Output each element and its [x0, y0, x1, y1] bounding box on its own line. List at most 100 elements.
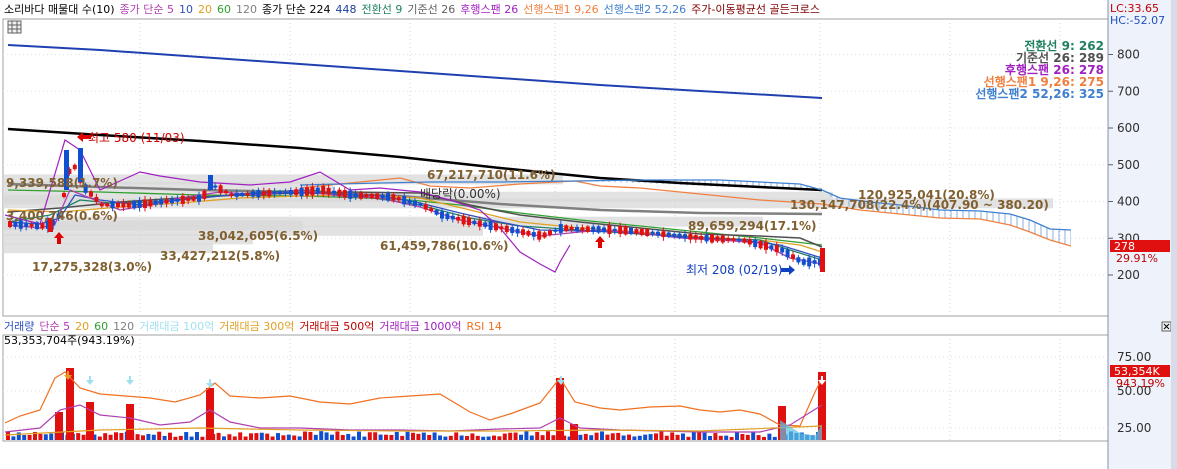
volume-legend-item-5[interactable]: 거래대금 100억 — [139, 320, 214, 333]
candle-body — [353, 192, 358, 198]
candle-body — [461, 215, 466, 225]
volume-bar — [146, 433, 151, 440]
candle-body — [256, 190, 261, 198]
candle-body — [726, 237, 731, 241]
volume-bar — [16, 432, 21, 440]
candle-body — [121, 202, 126, 208]
volume-legend-item-3[interactable]: 60 — [94, 320, 108, 333]
candle-body — [105, 203, 110, 207]
candle-body — [94, 196, 99, 202]
volume-legend-item-8[interactable]: 거래대금 1000억 — [379, 320, 461, 333]
window-scroll-handle[interactable] — [1171, 0, 1177, 469]
volume-bar — [648, 434, 653, 440]
volume-bar — [535, 431, 540, 440]
candle-body — [683, 234, 687, 239]
volume-bar — [38, 433, 43, 440]
candle-body — [774, 245, 779, 253]
profile-label: 89,659,294(17.1%) — [688, 219, 817, 233]
volume-legend-item-2[interactable]: 20 — [75, 320, 89, 333]
volume-bar — [681, 433, 685, 440]
legend-item-9[interactable]: 기준선 26 — [407, 3, 455, 16]
grid-toggle-icon[interactable] — [7, 20, 22, 34]
candle-body — [715, 236, 720, 242]
volume-bar — [416, 433, 421, 440]
close-pane-icon[interactable] — [1161, 321, 1172, 332]
volume-legend-item-1[interactable]: 단순 5 — [39, 320, 70, 333]
candle-body — [737, 238, 741, 241]
legend-item-13[interactable]: 주가-이동평균선 골든크로스 — [691, 3, 820, 16]
volume-bar — [735, 432, 739, 440]
candle-body — [780, 247, 785, 253]
volume-bar — [108, 434, 113, 440]
volume-bar — [702, 432, 707, 440]
legend-item-7[interactable]: 448 — [336, 3, 357, 16]
candle-body — [450, 215, 455, 220]
volume-legend-item-9[interactable]: RSI 14 — [467, 320, 502, 333]
candle-body — [634, 229, 639, 234]
candle-body — [305, 187, 309, 196]
volume-bar — [686, 436, 691, 440]
candle-body — [186, 197, 191, 201]
volume-bar — [232, 436, 237, 440]
volume-bar — [751, 432, 756, 440]
candle-body — [591, 226, 596, 232]
candle-body — [677, 233, 682, 238]
volume-legend-item-7[interactable]: 거래대금 500억 — [299, 320, 374, 333]
legend-item-12[interactable]: 선행스팬2 52,26 — [604, 3, 686, 16]
volume-bar — [427, 434, 432, 440]
candle-body — [472, 220, 477, 225]
candle-body — [116, 202, 120, 208]
candle-body — [791, 254, 795, 259]
candle-body — [251, 191, 255, 197]
candle-body — [483, 222, 488, 227]
candle-body — [769, 245, 774, 250]
candle-body — [386, 193, 390, 201]
volume-bar — [81, 434, 86, 440]
candle-body — [477, 220, 482, 227]
volume-bar — [767, 433, 772, 440]
candle-body — [645, 229, 650, 236]
volume-legend-item-0[interactable]: 거래량 — [4, 320, 34, 333]
candle-body — [580, 227, 585, 231]
volume-bar — [173, 436, 178, 440]
volume-bar — [589, 435, 594, 440]
legend-item-8[interactable]: 전환선 9 — [362, 3, 403, 16]
price-chart-canvas[interactable]: 9,339,588(1.7%) 3,400,746(0.6%) 67,217,710… — [0, 0, 1177, 469]
volume-bar — [346, 433, 351, 440]
candle-body-major — [208, 175, 213, 190]
legend-item-2[interactable]: 10 — [179, 3, 193, 16]
legend-item-3[interactable]: 20 — [198, 3, 212, 16]
candle-body — [553, 229, 558, 232]
candle-body — [407, 200, 412, 204]
volume-legend-item-6[interactable]: 거래대금 300억 — [219, 320, 294, 333]
volume-bar — [470, 433, 475, 440]
candle-body — [261, 191, 266, 196]
candle-body — [180, 195, 185, 204]
legend-item-6[interactable]: 종가 단순 224 — [262, 3, 330, 16]
candle-body — [515, 228, 520, 234]
candle-body — [342, 190, 347, 198]
volume-legend-item-4[interactable]: 120 — [113, 320, 134, 333]
legend-item-11[interactable]: 선행스팬1 9,26 — [523, 3, 598, 16]
candle-body — [348, 190, 353, 199]
legend-item-0[interactable]: 소리바다 매물대 수(10) — [4, 3, 115, 16]
candle-body — [402, 196, 407, 205]
candle-body — [391, 194, 396, 201]
legend-item-5[interactable]: 120 — [236, 3, 257, 16]
volume-bar — [675, 434, 680, 440]
volume-bar — [594, 432, 599, 440]
candle-body — [110, 201, 115, 209]
volume-bar — [459, 435, 464, 440]
main-legend: 소리바다 매물대 수(10) 종가 단순 5 10 20 60 120 종가 단순 224 4… — [4, 2, 825, 18]
legend-item-1[interactable]: 종가 단순 5 — [120, 3, 174, 16]
candle-body — [612, 228, 617, 231]
ex-dividend-annotation: 배당락(0.00%) — [420, 187, 501, 201]
volume-pct-tag: 943.19% — [1116, 377, 1165, 390]
candle-body — [245, 192, 250, 196]
volume-legend-items: 거래량 단순 5 20 60 120 거래대금 100억 거래대금 300억 거래대금 500… — [4, 320, 507, 334]
volume-bar — [713, 433, 718, 440]
candle-body — [720, 235, 725, 243]
legend-item-10[interactable]: 후행스팬 26 — [460, 3, 518, 16]
candle-body — [294, 189, 299, 196]
legend-item-4[interactable]: 60 — [217, 3, 231, 16]
